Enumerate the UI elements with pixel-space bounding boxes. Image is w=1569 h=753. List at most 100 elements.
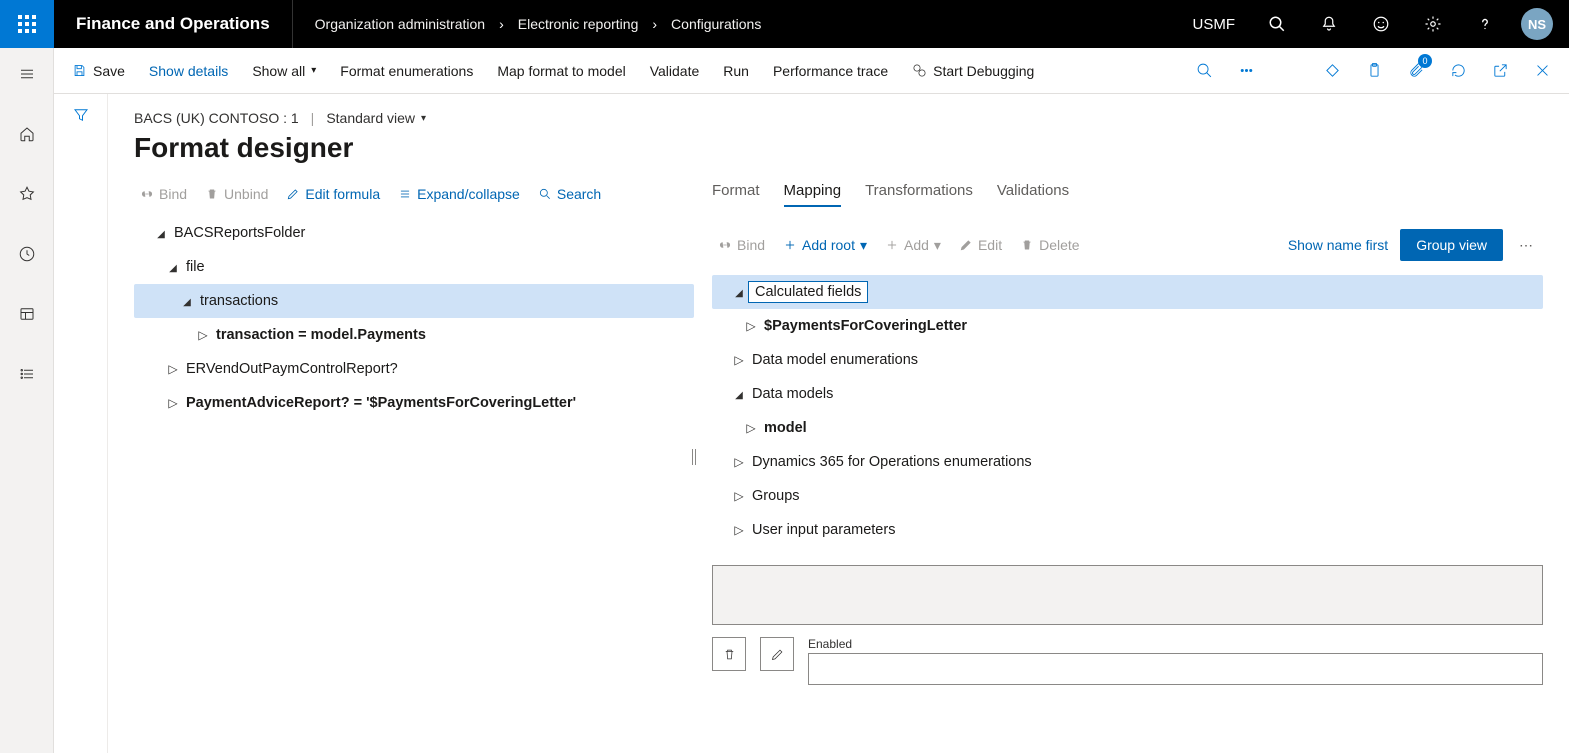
tab-format[interactable]: Format — [712, 182, 760, 207]
caret-icon[interactable] — [194, 328, 212, 342]
search-button[interactable]: Search — [532, 182, 607, 206]
nav-workspaces-button[interactable] — [0, 294, 54, 334]
notifications-button[interactable] — [1305, 0, 1353, 48]
app-launcher-button[interactable] — [0, 0, 54, 48]
actionbar-refresh-button[interactable] — [1439, 52, 1477, 90]
actionbar-diamond-button[interactable] — [1313, 52, 1351, 90]
tree-row[interactable]: Dynamics 365 for Operations enumerations — [712, 445, 1543, 479]
tree-row[interactable]: file — [134, 250, 694, 284]
plus-icon — [783, 238, 797, 252]
tree-row[interactable]: PaymentAdviceReport? = '$PaymentsForCove… — [134, 386, 694, 420]
show-details-button[interactable]: Show details — [139, 57, 238, 85]
actionbar-attachments-button[interactable]: 0 — [1397, 52, 1435, 90]
tabs: Format Mapping Transformations Validatio… — [712, 182, 1543, 207]
tree-row[interactable]: ERVendOutPaymControlReport? — [134, 352, 694, 386]
delete-label: Delete — [1039, 237, 1079, 253]
list-icon — [18, 365, 36, 383]
tree-row[interactable]: transaction = model.Payments — [134, 318, 694, 352]
run-button[interactable]: Run — [713, 57, 759, 85]
performance-trace-button[interactable]: Performance trace — [763, 57, 898, 85]
detail-textarea[interactable] — [712, 565, 1543, 625]
tree-row[interactable]: model — [712, 411, 1543, 445]
tree-row[interactable]: Groups — [712, 479, 1543, 513]
save-icon — [72, 63, 87, 78]
caret-icon[interactable] — [730, 353, 748, 367]
caret-icon[interactable] — [164, 362, 182, 376]
tree-row[interactable]: Data model enumerations — [712, 343, 1543, 377]
detail-edit-button[interactable] — [760, 637, 794, 671]
tree-row-selected[interactable]: Calculated fields — [712, 275, 1543, 309]
search-button[interactable] — [1253, 0, 1301, 48]
feedback-button[interactable] — [1357, 0, 1405, 48]
help-button[interactable] — [1461, 0, 1509, 48]
nav-rail — [0, 48, 54, 753]
chevron-down-icon: ▾ — [311, 65, 316, 76]
more-button[interactable]: ⋯ — [1509, 231, 1543, 260]
actionbar-search-button[interactable] — [1185, 52, 1223, 90]
view-selector[interactable]: Standard view ▾ — [326, 110, 426, 126]
tab-validations[interactable]: Validations — [997, 182, 1069, 207]
format-enumerations-button[interactable]: Format enumerations — [330, 57, 483, 85]
nav-expand-button[interactable] — [0, 54, 54, 94]
enabled-input[interactable] — [808, 653, 1543, 685]
breadcrumb-item[interactable]: Configurations — [671, 16, 761, 32]
caret-icon[interactable] — [164, 396, 182, 410]
expand-collapse-button[interactable]: Expand/collapse — [392, 182, 526, 206]
actionbar-popout-button[interactable] — [1481, 52, 1519, 90]
add-root-button[interactable]: Add root ▾ — [777, 233, 873, 258]
nav-home-button[interactable] — [0, 114, 54, 154]
caret-icon[interactable] — [742, 421, 760, 435]
show-name-first-button[interactable]: Show name first — [1282, 233, 1394, 257]
nav-recent-button[interactable] — [0, 234, 54, 274]
detail-delete-button[interactable] — [712, 637, 746, 671]
search-label: Search — [557, 186, 601, 202]
actionbar-close-button[interactable] — [1523, 52, 1561, 90]
user-avatar[interactable]: NS — [1521, 8, 1553, 40]
nav-modules-button[interactable] — [0, 354, 54, 394]
breadcrumb-item[interactable]: Organization administration — [315, 16, 485, 32]
show-all-button[interactable]: Show all ▾ — [242, 57, 326, 85]
tree-row-selected[interactable]: transactions — [134, 284, 694, 318]
group-view-button[interactable]: Group view — [1400, 229, 1503, 261]
edit-formula-button[interactable]: Edit formula — [280, 182, 386, 206]
filter-button[interactable] — [72, 106, 90, 129]
actionbar-clipboard-button[interactable] — [1355, 52, 1393, 90]
caret-icon[interactable] — [164, 260, 182, 274]
splitter-handle[interactable] — [688, 442, 700, 472]
save-button[interactable]: Save — [62, 57, 135, 85]
tab-mapping[interactable]: Mapping — [784, 182, 842, 207]
settings-button[interactable] — [1409, 0, 1457, 48]
caret-icon[interactable] — [730, 523, 748, 537]
map-format-button[interactable]: Map format to model — [487, 57, 635, 85]
nav-favorites-button[interactable] — [0, 174, 54, 214]
caret-icon[interactable] — [730, 285, 748, 299]
chevron-down-icon: ▾ — [421, 113, 426, 124]
bind-button-right[interactable]: Bind — [712, 233, 771, 257]
tree-row[interactable]: BACSReportsFolder — [134, 216, 694, 250]
tree-row[interactable]: $PaymentsForCoveringLetter — [712, 309, 1543, 343]
bind-button[interactable]: Bind — [134, 182, 193, 206]
caret-icon[interactable] — [730, 489, 748, 503]
filter-rail — [54, 94, 108, 753]
caret-icon[interactable] — [178, 294, 196, 308]
edit-button[interactable]: Edit — [953, 233, 1008, 257]
add-button[interactable]: Add ▾ — [879, 233, 947, 258]
breadcrumb-item[interactable]: Electronic reporting — [518, 16, 639, 32]
caret-icon[interactable] — [742, 319, 760, 333]
caret-icon[interactable] — [730, 387, 748, 401]
expand-icon — [398, 187, 412, 201]
gear-icon — [1424, 15, 1442, 33]
tree-row[interactable]: Data models — [712, 377, 1543, 411]
tab-transformations[interactable]: Transformations — [865, 182, 973, 207]
tree-row[interactable]: User input parameters — [712, 513, 1543, 547]
start-debugging-button[interactable]: Start Debugging — [902, 57, 1044, 85]
caret-icon[interactable] — [152, 226, 170, 240]
validate-button[interactable]: Validate — [640, 57, 710, 85]
actionbar-more-button[interactable] — [1227, 52, 1265, 90]
trash-icon — [205, 187, 219, 201]
tree-label: $PaymentsForCoveringLetter — [760, 318, 967, 334]
caret-icon[interactable] — [730, 455, 748, 469]
delete-button[interactable]: Delete — [1014, 233, 1085, 257]
company-label[interactable]: USMF — [1179, 16, 1250, 33]
unbind-button[interactable]: Unbind — [199, 182, 274, 206]
